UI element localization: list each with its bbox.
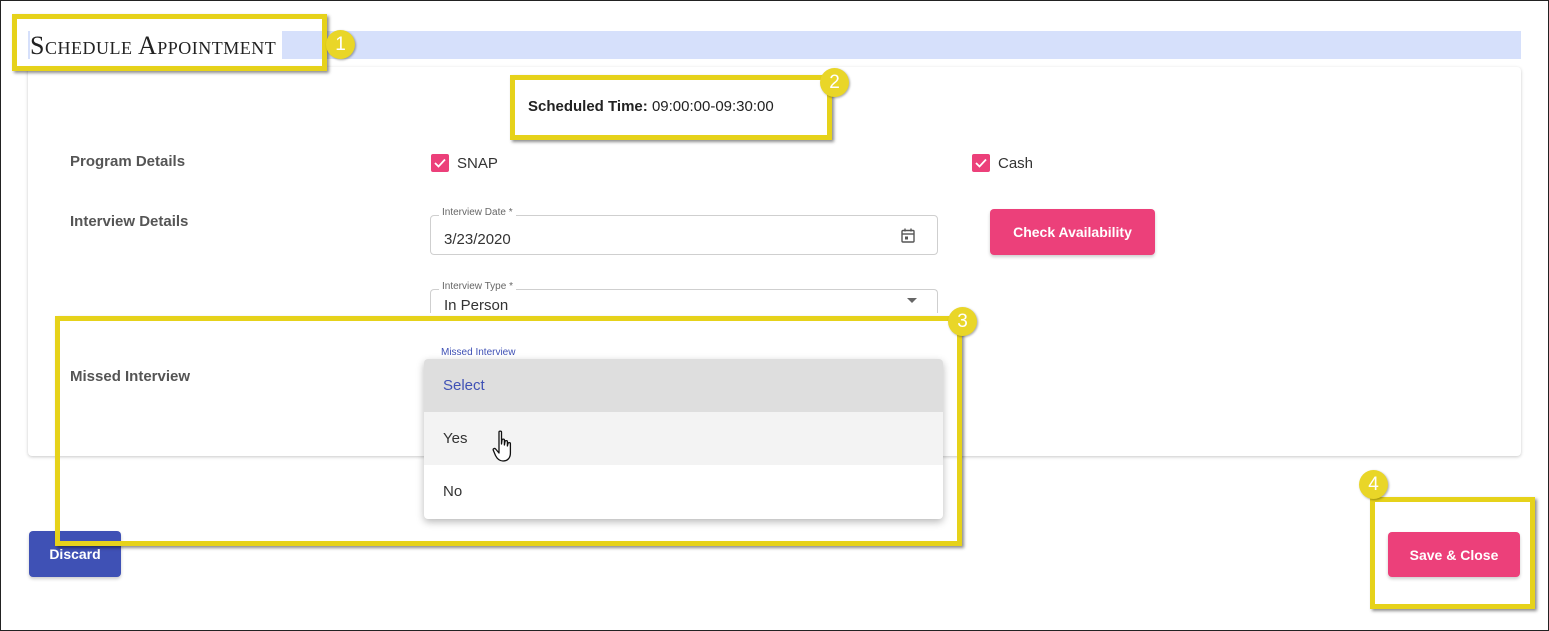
interview-type-select[interactable]: Interview Type * In Person xyxy=(430,281,938,314)
callout-badge-3: 3 xyxy=(948,307,977,336)
highlight-box-4 xyxy=(1370,497,1535,609)
callout-badge-4: 4 xyxy=(1359,470,1388,499)
interview-date-value: 3/23/2020 xyxy=(444,231,511,248)
highlight-box-3 xyxy=(55,316,962,546)
caret-down-icon[interactable] xyxy=(907,298,917,303)
interview-type-label: Interview Type * xyxy=(439,281,516,292)
program-details-label: Program Details xyxy=(70,153,186,170)
snap-label: SNAP xyxy=(457,154,498,172)
cash-checkbox[interactable]: Cash xyxy=(972,154,1033,172)
cash-label: Cash xyxy=(998,154,1034,172)
interview-details-label: Interview Details xyxy=(70,213,189,230)
interview-date-label: Interview Date * xyxy=(439,207,516,218)
callout-badge-2: 2 xyxy=(820,68,849,97)
checkmark-icon xyxy=(972,154,990,172)
interview-date-field[interactable]: Interview Date * 3/23/2020 xyxy=(430,207,938,255)
check-availability-button[interactable]: Check Availability xyxy=(990,209,1155,255)
highlight-box-1 xyxy=(12,14,327,71)
snap-checkbox[interactable]: SNAP xyxy=(431,154,498,172)
calendar-icon[interactable] xyxy=(901,228,915,248)
checkmark-icon xyxy=(431,154,449,172)
callout-badge-1: 1 xyxy=(326,30,355,59)
interview-type-value: In Person xyxy=(444,297,509,314)
highlight-box-2 xyxy=(510,75,832,140)
